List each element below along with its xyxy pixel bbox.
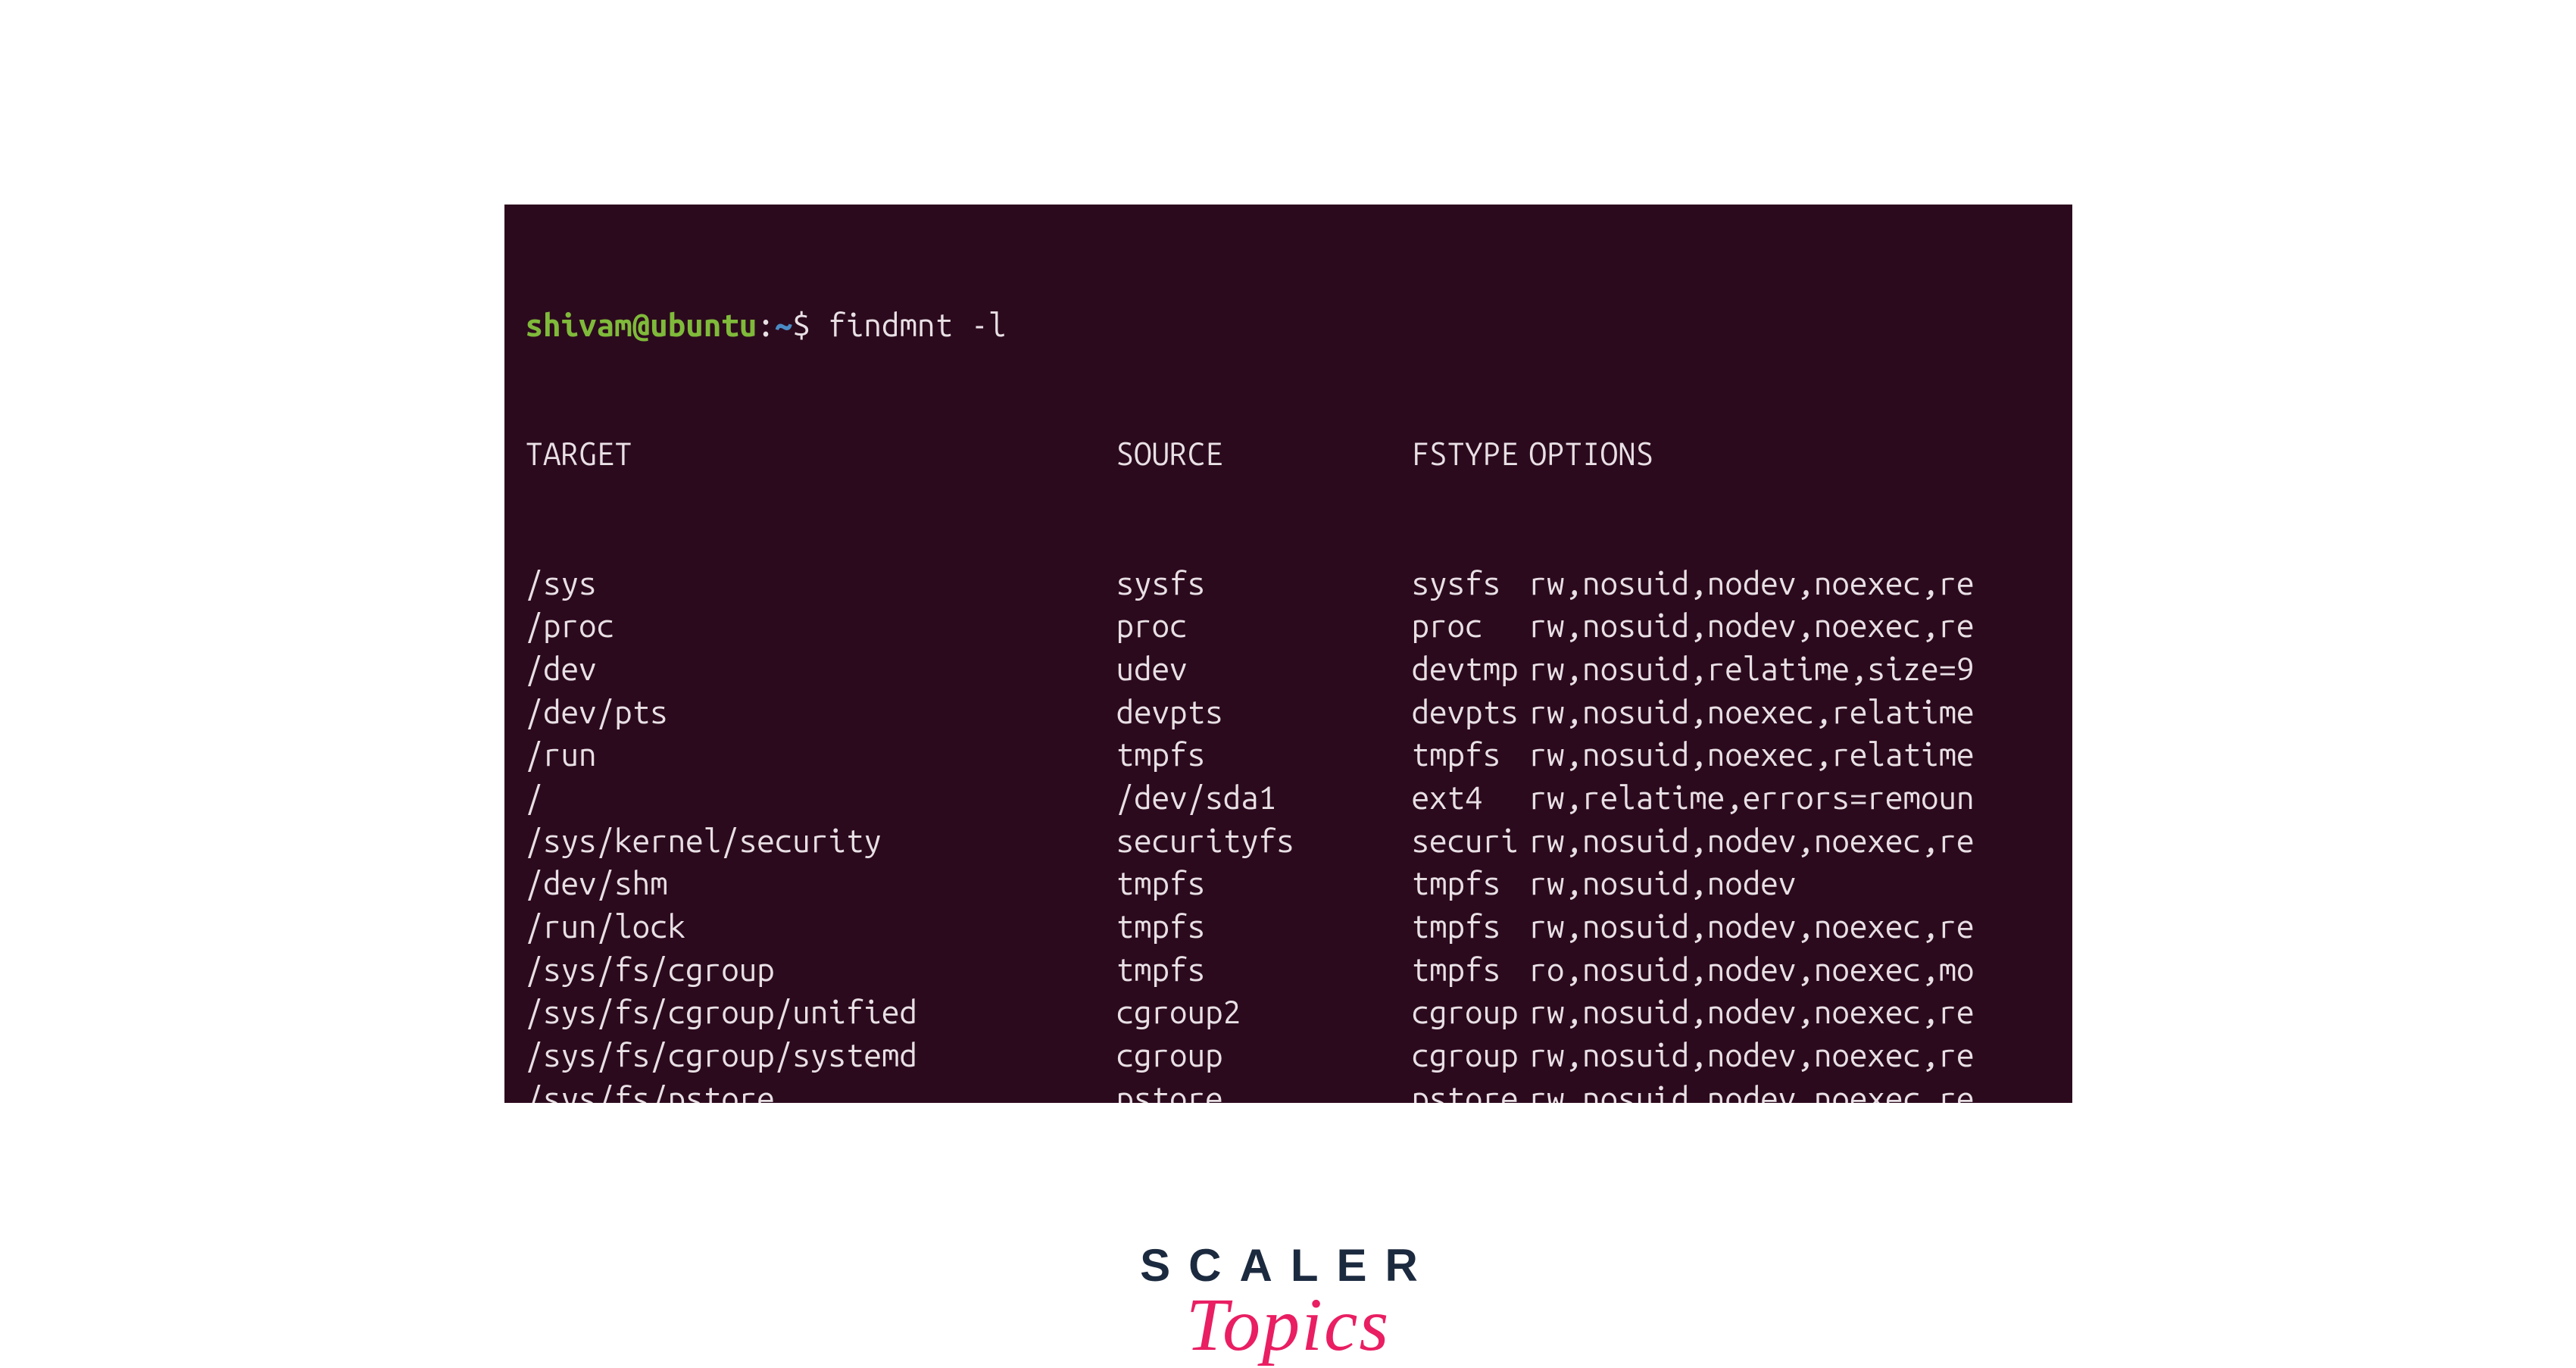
cell-source: pstore [1116, 1077, 1412, 1103]
table-row: /dev/ptsdevptsdevptsrw,nosuid,noexec,rel… [526, 691, 2051, 734]
cell-options: rw,nosuid,noexec,relatime [1529, 733, 1975, 776]
cell-fstype: tmpfs [1412, 948, 1529, 992]
cell-source: cgroup [1116, 1034, 1412, 1077]
table-row: /syssysfssysfsrw,nosuid,nodev,noexec,re [526, 562, 2051, 605]
prompt-line[interactable]: shivam@ubuntu:~$ findmnt -l [526, 304, 2051, 347]
table-row: /sys/fs/cgroup/unifiedcgroup2cgrouprw,no… [526, 991, 2051, 1034]
cell-target: /sys/fs/cgroup/systemd [526, 1034, 1116, 1077]
cell-source: tmpfs [1116, 905, 1412, 948]
table-row: /sys/fs/cgrouptmpfstmpfsro,nosuid,nodev,… [526, 948, 2051, 992]
cell-target: /sys/fs/cgroup/unified [526, 991, 1116, 1034]
cell-source: udev [1116, 648, 1412, 691]
cell-fstype: tmpfs [1412, 733, 1529, 776]
prompt-sep2: $ [792, 307, 828, 342]
header-options: OPTIONS [1529, 433, 1654, 476]
cell-options: rw,nosuid,nodev,noexec,re [1529, 1077, 1975, 1103]
table-row: /sys/kernel/securitysecurityfssecurirw,n… [526, 820, 2051, 863]
rows-container: /syssysfssysfsrw,nosuid,nodev,noexec,re/… [526, 562, 2051, 1104]
cell-source: tmpfs [1116, 948, 1412, 992]
cell-fstype: devtmp [1412, 648, 1529, 691]
logo-sub: Topics [1140, 1281, 1436, 1368]
cell-options: rw,relatime,errors=remoun [1529, 776, 1975, 820]
cell-fstype: proc [1412, 604, 1529, 648]
table-row: /run/locktmpfstmpfsrw,nosuid,nodev,noexe… [526, 905, 2051, 948]
cell-options: rw,nosuid,nodev,noexec,re [1529, 905, 1975, 948]
cell-fstype: securi [1412, 820, 1529, 863]
prompt-user: shivam@ubuntu [526, 307, 757, 342]
cell-target: /sys/fs/cgroup [526, 948, 1116, 992]
table-row: /devudevdevtmprw,nosuid,relatime,size=9 [526, 648, 2051, 691]
cell-options: rw,nosuid,nodev,noexec,re [1529, 820, 1975, 863]
header-fstype: FSTYPE [1412, 433, 1529, 476]
table-row: /dev/shmtmpfstmpfsrw,nosuid,nodev [526, 862, 2051, 905]
cell-source: tmpfs [1116, 862, 1412, 905]
cell-fstype: cgroup [1412, 1034, 1529, 1077]
cell-fstype: tmpfs [1412, 905, 1529, 948]
header-row: TARGETSOURCEFSTYPEOPTIONS [526, 433, 2051, 476]
prompt-path: ~ [775, 307, 793, 342]
cell-target: /dev/shm [526, 862, 1116, 905]
cell-options: rw,nosuid,noexec,relatime [1529, 691, 1975, 734]
cell-target: /dev [526, 648, 1116, 691]
cell-target: /sys [526, 562, 1116, 605]
header-source: SOURCE [1116, 433, 1412, 476]
table-row: /runtmpfstmpfsrw,nosuid,noexec,relatime [526, 733, 2051, 776]
cell-source: sysfs [1116, 562, 1412, 605]
cell-source: devpts [1116, 691, 1412, 734]
cell-options: rw,nosuid,nodev,noexec,re [1529, 562, 1975, 605]
terminal-window[interactable]: shivam@ubuntu:~$ findmnt -l TARGETSOURCE… [504, 205, 2072, 1103]
cell-options: rw,nosuid,nodev [1529, 862, 1797, 905]
prompt-sep1: : [757, 307, 775, 342]
header-target: TARGET [526, 433, 1116, 476]
cell-target: / [526, 776, 1116, 820]
cell-options: rw,nosuid,nodev,noexec,re [1529, 604, 1975, 648]
table-row: /procprocprocrw,nosuid,nodev,noexec,re [526, 604, 2051, 648]
cell-target: /run/lock [526, 905, 1116, 948]
table-row: /sys/fs/cgroup/systemdcgroupcgrouprw,nos… [526, 1034, 2051, 1077]
cell-target: /sys/fs/pstore [526, 1077, 1116, 1103]
cell-target: /dev/pts [526, 691, 1116, 734]
logo: SCALER Topics [1140, 1239, 1436, 1368]
cell-target: /proc [526, 604, 1116, 648]
cell-fstype: sysfs [1412, 562, 1529, 605]
cell-source: tmpfs [1116, 733, 1412, 776]
cell-fstype: pstore [1412, 1077, 1529, 1103]
cell-source: cgroup2 [1116, 991, 1412, 1034]
cell-fstype: devpts [1412, 691, 1529, 734]
cell-options: ro,nosuid,nodev,noexec,mo [1529, 948, 1975, 992]
cell-fstype: tmpfs [1412, 862, 1529, 905]
cell-source: proc [1116, 604, 1412, 648]
cell-options: rw,nosuid,nodev,noexec,re [1529, 991, 1975, 1034]
table-row: //dev/sda1ext4rw,relatime,errors=remoun [526, 776, 2051, 820]
cell-source: securityfs [1116, 820, 1412, 863]
command-text: findmnt -l [828, 307, 1006, 342]
cell-target: /sys/kernel/security [526, 820, 1116, 863]
cell-fstype: cgroup [1412, 991, 1529, 1034]
cell-target: /run [526, 733, 1116, 776]
cell-options: rw,nosuid,relatime,size=9 [1529, 648, 1975, 691]
cell-source: /dev/sda1 [1116, 776, 1412, 820]
cell-fstype: ext4 [1412, 776, 1529, 820]
table-row: /sys/fs/pstorepstorepstorerw,nosuid,node… [526, 1077, 2051, 1103]
cell-options: rw,nosuid,nodev,noexec,re [1529, 1034, 1975, 1077]
